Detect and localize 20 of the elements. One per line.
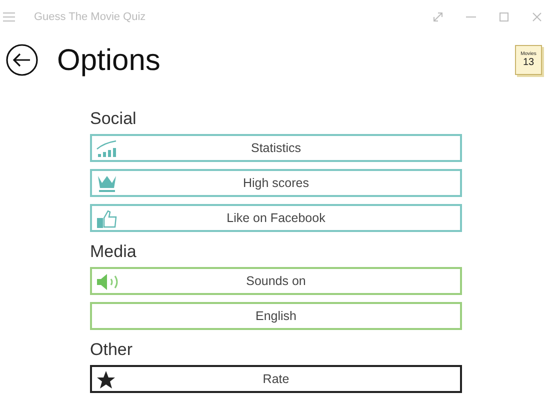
thumbs-up-icon: [96, 209, 118, 229]
badge-count: 13: [522, 57, 534, 69]
star-icon: [96, 370, 116, 390]
option-button[interactable]: English: [90, 302, 462, 330]
close-icon[interactable]: [532, 12, 542, 22]
option-button[interactable]: Statistics: [90, 134, 462, 162]
option-button[interactable]: Rate: [90, 365, 462, 393]
window-title: Guess The Movie Quiz: [34, 10, 146, 25]
page-title: Options: [57, 42, 160, 78]
section-heading: Media: [90, 241, 138, 263]
option-button[interactable]: Sounds on: [90, 267, 462, 295]
maximize-icon[interactable]: [499, 12, 509, 22]
section-heading: Other: [90, 339, 134, 361]
crown-icon: [97, 175, 117, 193]
bar-chart-icon: [96, 140, 118, 158]
section-heading: Social: [90, 108, 138, 130]
expand-icon[interactable]: [433, 12, 443, 22]
menu-icon[interactable]: [3, 12, 15, 22]
option-button[interactable]: Like on Facebook: [90, 204, 462, 232]
option-button[interactable]: High scores: [90, 169, 462, 197]
